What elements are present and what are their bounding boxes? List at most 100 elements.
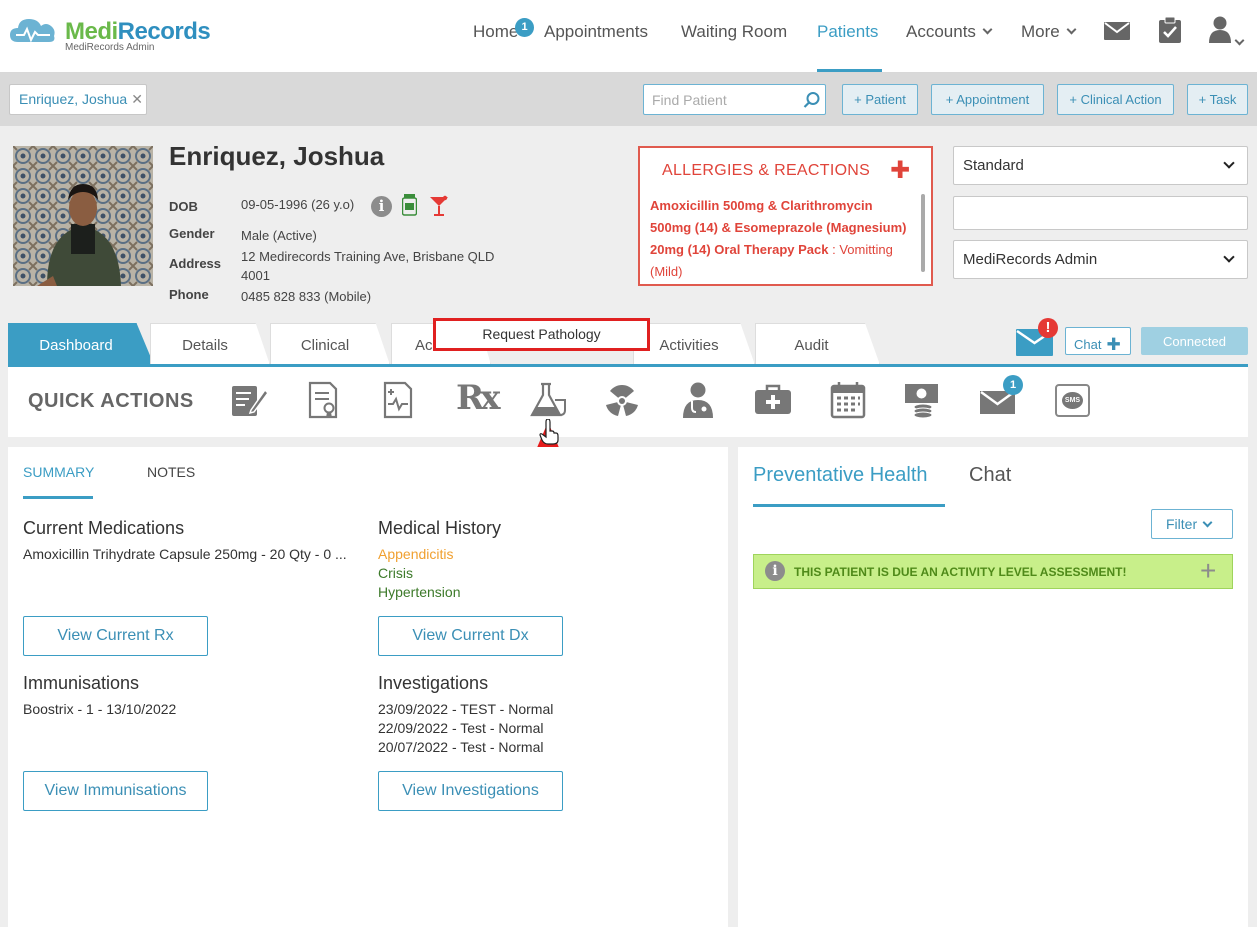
practitioner-select[interactable]: MediRecords Admin — [953, 240, 1248, 279]
add-appointment-button[interactable]: + Appointment — [931, 84, 1044, 115]
nav-active-indicator — [817, 69, 882, 72]
investigation-item[interactable]: 23/09/2022 - TEST - Normal — [378, 701, 553, 717]
chat-button[interactable]: Chat ✚ — [1065, 327, 1131, 355]
billing-type-value: Standard — [963, 157, 1024, 174]
phone-label: Phone — [169, 287, 209, 302]
filter-button[interactable]: Filter — [1151, 509, 1233, 539]
view-current-dx-button[interactable]: View Current Dx — [378, 616, 563, 656]
logo-cloud-icon — [10, 19, 55, 43]
allergy-entry[interactable]: Amoxicillin 500mg & Clarithromycin 500mg… — [650, 195, 915, 283]
nav-home[interactable]: Home — [473, 22, 518, 42]
patient-name: Enriquez, Joshua — [169, 141, 385, 171]
calendar-icon[interactable] — [828, 380, 868, 420]
first-aid-kit-icon[interactable] — [753, 380, 793, 420]
user-account-icon[interactable] — [1208, 16, 1232, 43]
tab-audit[interactable]: Audit — [755, 323, 880, 365]
tab-activities[interactable]: Activities — [633, 323, 755, 365]
tab-dashboard[interactable]: Dashboard — [8, 323, 154, 365]
clipboard-check-icon[interactable] — [1159, 17, 1181, 43]
tab-summary[interactable]: SUMMARY — [23, 464, 94, 480]
add-allergy-plus-icon[interactable]: ✚ — [890, 156, 910, 185]
mail-icon[interactable] — [1104, 22, 1130, 40]
history-item-appendicitis[interactable]: Appendicitis — [378, 546, 454, 562]
medical-history-title: Medical History — [378, 518, 502, 538]
tab-clinical[interactable]: Clinical — [270, 323, 390, 365]
chat-button-label: Chat — [1074, 337, 1102, 352]
alert-message: THIS PATIENT IS DUE AN ACTIVITY LEVEL AS… — [794, 565, 1127, 579]
find-patient-input[interactable] — [643, 84, 826, 115]
nav-accounts[interactable]: Accounts — [906, 22, 993, 42]
plus-icon: ✚ — [1106, 335, 1121, 354]
gender-value: Male (Active) — [241, 228, 317, 243]
sms-bubble-icon: SMS — [1062, 392, 1083, 409]
allergies-scrollbar[interactable] — [921, 194, 925, 272]
cocktail-glass-icon[interactable] — [429, 195, 449, 216]
tab-details[interactable]: Details — [150, 323, 270, 365]
search-icon[interactable] — [803, 91, 821, 109]
request-pathology-tooltip: Request Pathology — [433, 318, 650, 351]
billing-money-icon[interactable] — [903, 380, 943, 420]
patient-photo — [13, 146, 153, 286]
chevron-down-icon — [1202, 517, 1213, 528]
chevron-down-icon — [1223, 251, 1235, 263]
open-patient-tab-label: Enriquez, Joshua — [19, 91, 128, 107]
certificate-icon[interactable] — [303, 380, 343, 420]
doctor-referral-icon[interactable] — [678, 380, 718, 420]
gender-label: Gender — [169, 226, 215, 241]
view-immunisations-button[interactable]: View Immunisations — [23, 771, 208, 811]
nav-accounts-label: Accounts — [906, 22, 976, 41]
radiology-icon[interactable] — [602, 380, 642, 420]
info-icon: i — [765, 561, 785, 581]
chevron-down-icon — [982, 24, 993, 35]
tab-preventative-health[interactable]: Preventative Health — [753, 464, 928, 487]
address-line-2: 4001 — [241, 268, 270, 283]
open-patient-tab[interactable]: Enriquez, Joshua ✕ — [9, 84, 147, 115]
filter-button-label: Filter — [1166, 516, 1198, 532]
chevron-down-icon — [1066, 24, 1077, 35]
summary-tab-underline — [23, 496, 93, 499]
add-patient-button[interactable]: + Patient — [842, 84, 918, 115]
tab-notes[interactable]: NOTES — [147, 464, 195, 480]
nav-more[interactable]: More — [1021, 22, 1077, 42]
history-item-hypertension[interactable]: Hypertension — [378, 584, 461, 600]
view-current-rx-button[interactable]: View Current Rx — [23, 616, 208, 656]
chevron-down-icon — [1223, 157, 1235, 169]
medication-item[interactable]: Amoxicillin Trihydrate Capsule 250mg - 2… — [23, 546, 347, 562]
address-label: Address — [169, 256, 222, 271]
sms-button[interactable]: SMS — [1055, 384, 1090, 417]
nav-appointments[interactable]: Appointments — [544, 22, 648, 42]
medicine-bottle-icon[interactable] — [402, 194, 417, 216]
nav-patients[interactable]: Patients — [817, 22, 878, 42]
phone-value: 0485 828 833 (Mobile) — [241, 289, 372, 304]
close-icon[interactable]: ✕ — [131, 91, 143, 107]
immunisations-title: Immunisations — [23, 673, 140, 693]
quick-actions-title: QUICK ACTIONS — [28, 390, 194, 412]
investigations-title: Investigations — [378, 673, 489, 693]
pathology-flask-icon[interactable] — [528, 380, 568, 420]
brand-subtitle: MediRecords Admin — [65, 42, 155, 53]
billing-type-select[interactable]: Standard — [953, 146, 1248, 185]
investigation-item[interactable]: 22/09/2022 - Test - Normal — [378, 720, 544, 736]
connected-status-button[interactable]: Connected — [1141, 327, 1248, 355]
letters-count-badge: 1 — [1003, 375, 1023, 395]
tab-chat[interactable]: Chat — [969, 464, 1011, 487]
allergies-title: ALLERGIES & REACTIONS — [662, 162, 871, 179]
expand-plus-icon[interactable]: + — [1200, 555, 1216, 587]
messages-alert-badge: ! — [1038, 318, 1058, 338]
immunisation-item[interactable]: Boostrix - 1 - 13/10/2022 — [23, 701, 176, 717]
address-line-1: 12 Medirecords Training Ave, Brisbane QL… — [241, 249, 495, 264]
add-clinical-action-button[interactable]: + Clinical Action — [1057, 84, 1174, 115]
clinical-note-icon[interactable] — [229, 380, 269, 420]
medical-report-icon[interactable] — [378, 380, 418, 420]
hand-cursor-icon — [539, 419, 559, 445]
practitioner-value: MediRecords Admin — [963, 251, 1098, 268]
current-medications-title: Current Medications — [23, 518, 185, 538]
prescription-rx-icon[interactable]: Rx — [456, 378, 501, 418]
history-item-crisis[interactable]: Crisis — [378, 565, 413, 581]
nav-waiting-room[interactable]: Waiting Room — [681, 22, 787, 42]
investigation-item[interactable]: 20/07/2022 - Test - Normal — [378, 739, 544, 755]
view-investigations-button[interactable]: View Investigations — [378, 771, 563, 811]
blank-input-field[interactable] — [953, 196, 1248, 230]
info-icon[interactable]: i — [371, 196, 392, 217]
add-task-button[interactable]: + Task — [1187, 84, 1248, 115]
